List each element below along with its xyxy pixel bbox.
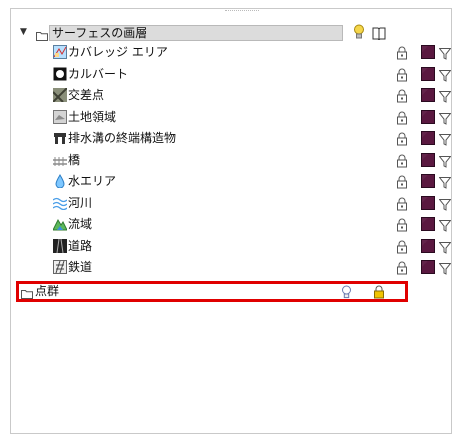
lock-icon[interactable] [373,285,385,302]
panel-resize-grip[interactable] [225,10,259,14]
color-swatch[interactable] [421,238,435,253]
color-swatch[interactable] [421,217,435,231]
layer-row[interactable]: 道路 [11,236,452,257]
road-icon [53,238,67,253]
layer-label: 交差点 [68,88,105,102]
layer-row[interactable]: 排水溝の終端構造物 [11,128,452,149]
layer-row-point-cloud[interactable]: 点群 [16,281,408,302]
layer-row[interactable]: 交差点 [11,85,452,106]
lock-icon[interactable] [396,261,408,282]
drain-endpoint-icon [53,131,67,145]
layer-row[interactable]: カバレッジ エリア [11,42,452,63]
layer-row[interactable]: 流域 [11,214,452,235]
intersection-icon [52,87,68,103]
layer-label: 道路 [68,238,93,253]
land-area-icon [53,109,67,124]
color-swatch[interactable] [421,45,435,59]
layer-row[interactable]: 土地領域 [11,107,452,128]
layer-label: カルバート [68,66,129,81]
layer-label: 河川 [68,195,93,210]
layer-label: 排水溝の終端構造物 [68,131,177,145]
culvert-icon [53,67,67,81]
bridge-icon [53,153,67,167]
color-swatch[interactable] [421,260,435,274]
lightbulb-off-icon[interactable] [341,285,352,303]
layer-label: 点群 [35,284,60,298]
river-icon [52,196,68,210]
expand-triangle-icon[interactable]: ▼ [20,22,27,43]
color-swatch[interactable] [421,131,435,145]
layer-row[interactable]: 河川 [11,193,452,214]
layer-label: 水エリア [68,174,117,188]
layer-row[interactable]: 水エリア [11,171,452,192]
railway-icon [53,260,67,274]
color-swatch[interactable] [421,66,435,81]
group-label[interactable]: サーフェスの画層 [49,25,343,41]
group-surface-layers[interactable]: ▼ サーフェスの画層 [11,22,451,43]
color-swatch[interactable] [421,152,435,167]
layer-row[interactable]: カルバート [11,64,452,85]
layer-panel: ▼ サーフェスの画層 カバレッジ エリア カルバート交差点土地領域排水溝の終端構造… [10,8,452,434]
layer-label: 橋 [68,152,81,167]
color-swatch[interactable] [421,174,435,188]
filter-icon[interactable] [438,261,452,282]
layer-label: 鉄道 [68,260,93,274]
coverage-area-icon [53,45,67,59]
watershed-icon [52,217,68,231]
color-swatch[interactable] [421,109,435,124]
folder-icon [21,288,33,302]
layer-label: 流域 [68,217,93,231]
color-swatch[interactable] [421,195,435,210]
layer-row[interactable]: 鉄道 [11,257,452,278]
layer-label: カバレッジ エリア [68,45,168,59]
color-swatch[interactable] [421,88,435,102]
layer-row[interactable]: 橋 [11,150,452,171]
water-area-icon [53,174,67,189]
layer-label: 土地領域 [68,109,117,124]
